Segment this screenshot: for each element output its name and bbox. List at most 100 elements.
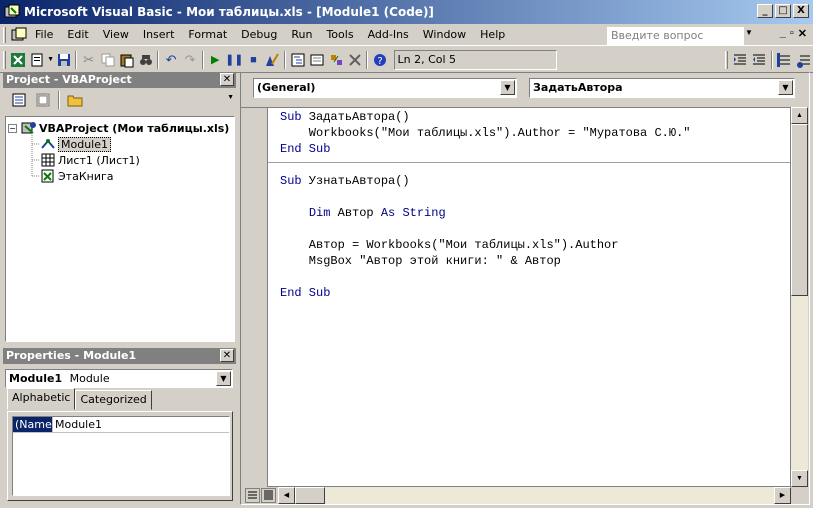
- undo-icon[interactable]: ↶: [161, 49, 180, 71]
- size-grip[interactable]: [791, 487, 808, 504]
- cut-icon[interactable]: ✂: [79, 49, 98, 71]
- vba-app-icon[interactable]: [4, 4, 20, 20]
- maximize-button[interactable]: □: [775, 4, 791, 18]
- code-combos: (General) ▼ ЗадатьАвтора ▼: [241, 73, 809, 103]
- menu-view[interactable]: View: [96, 26, 136, 44]
- redo-icon[interactable]: ↷: [181, 49, 200, 71]
- toolbar-separator: [201, 50, 204, 69]
- scroll-up-icon[interactable]: ▲: [791, 107, 808, 124]
- break-icon[interactable]: ❚❚: [225, 49, 244, 71]
- copy-icon[interactable]: [98, 49, 117, 71]
- code-line[interactable]: Workbooks("Мои таблицы.xls").Author = "М…: [280, 125, 691, 141]
- object-browser-icon[interactable]: [326, 49, 345, 71]
- full-module-view-icon[interactable]: [261, 488, 276, 503]
- code-line[interactable]: Sub ЗадатьАвтора(): [280, 109, 690, 125]
- code-window: (General) ▼ ЗадатьАвтора ▼ Sub ЗадатьАвт…: [240, 72, 810, 505]
- object-combo[interactable]: (General) ▼: [253, 78, 517, 98]
- comment-block-icon[interactable]: [775, 49, 794, 71]
- insert-module-icon[interactable]: [28, 49, 47, 71]
- code-line[interactable]: MsgBox "Автор этой книги: " & Автор: [280, 253, 690, 269]
- paste-icon[interactable]: [117, 49, 136, 71]
- code-line[interactable]: [280, 189, 690, 205]
- menu-tools[interactable]: Tools: [319, 26, 360, 44]
- toolbar-separator: [284, 50, 287, 69]
- toggle-folders-icon[interactable]: [64, 89, 86, 111]
- toolbar-grip[interactable]: [3, 50, 6, 69]
- vba-menu-icon[interactable]: [10, 24, 28, 46]
- scroll-thumb[interactable]: [791, 124, 808, 296]
- view-excel-icon[interactable]: [9, 49, 28, 71]
- design-mode-icon[interactable]: [263, 49, 282, 71]
- menu-file[interactable]: File: [28, 26, 60, 44]
- horizontal-scrollbar[interactable]: ◀ ▶: [278, 487, 791, 504]
- object-selector-combo[interactable]: Module1 Module ▼: [5, 369, 233, 388]
- help-icon[interactable]: ?: [370, 49, 389, 71]
- menu-grip[interactable]: [3, 26, 6, 43]
- menu-edit[interactable]: Edit: [60, 26, 95, 44]
- run-icon[interactable]: ▶: [206, 49, 225, 71]
- project-explorer-panel: Project - VBAProject ✕ ▼ − VBAProject (М…: [3, 72, 236, 346]
- menu-run[interactable]: Run: [284, 26, 319, 44]
- menu-bar: File Edit View Insert Format Debug Run T…: [0, 24, 813, 46]
- tab-alphabetic[interactable]: Alphabetic: [7, 388, 76, 410]
- menu-help[interactable]: Help: [473, 26, 512, 44]
- mdi-restore-button[interactable]: ▫: [790, 27, 794, 40]
- save-icon[interactable]: [54, 49, 73, 71]
- tree-item-module1[interactable]: Module1: [40, 136, 111, 152]
- procedure-combo[interactable]: ЗадатьАвтора ▼: [529, 78, 795, 98]
- toolbar-separator: [770, 50, 773, 69]
- indent-icon[interactable]: [731, 49, 750, 71]
- property-row[interactable]: (Name) Module1: [13, 417, 229, 433]
- chevron-down-icon[interactable]: ▼: [500, 80, 515, 95]
- tree-item-thisworkbook[interactable]: ЭтаКнига: [40, 168, 114, 184]
- find-icon[interactable]: [136, 49, 155, 71]
- help-dropdown-icon[interactable]: ▼: [745, 28, 753, 37]
- code-line[interactable]: Dim Автор As String: [280, 205, 690, 221]
- menu-debug[interactable]: Debug: [234, 26, 284, 44]
- menu-insert[interactable]: Insert: [136, 26, 182, 44]
- chevron-down-icon[interactable]: ▼: [778, 80, 793, 95]
- scroll-left-icon[interactable]: ◀: [278, 487, 295, 504]
- reset-icon[interactable]: ■: [244, 49, 263, 71]
- properties-window-icon[interactable]: [307, 49, 326, 71]
- procedure-view-icon[interactable]: [245, 488, 260, 503]
- menu-add-ins[interactable]: Add-Ins: [361, 26, 416, 44]
- panel-toolbar-overflow-icon[interactable]: ▼: [227, 94, 234, 101]
- close-button[interactable]: X: [793, 4, 809, 18]
- code-margin[interactable]: [241, 107, 267, 487]
- property-value[interactable]: Module1: [53, 417, 102, 432]
- scroll-down-icon[interactable]: ▼: [791, 470, 808, 487]
- properties-panel-close-button[interactable]: ✕: [220, 349, 234, 362]
- mdi-close-button[interactable]: ✕: [798, 27, 807, 40]
- toolbox-icon[interactable]: [345, 49, 364, 71]
- code-line[interactable]: Автор = Workbooks("Мои таблицы.xls").Aut…: [280, 237, 690, 253]
- minimize-button[interactable]: _: [757, 4, 773, 18]
- view-code-icon[interactable]: [8, 89, 30, 111]
- vertical-scrollbar[interactable]: ▲ ▼: [791, 107, 808, 487]
- edit-toolbar-grip[interactable]: [724, 50, 728, 69]
- code-line[interactable]: End Sub: [280, 141, 690, 157]
- code-line[interactable]: [280, 269, 690, 285]
- view-object-icon[interactable]: [32, 89, 54, 111]
- chevron-down-icon[interactable]: ▼: [216, 371, 231, 386]
- project-explorer-icon[interactable]: [288, 49, 307, 71]
- help-search-input[interactable]: Введите вопрос: [607, 27, 744, 45]
- menu-format[interactable]: Format: [181, 26, 234, 44]
- toolbar-separator: [366, 50, 369, 69]
- insert-dropdown-icon[interactable]: ▼: [47, 56, 54, 63]
- code-line[interactable]: End Sub: [280, 285, 690, 301]
- mdi-minimize-button[interactable]: _: [780, 27, 786, 40]
- project-panel-close-button[interactable]: ✕: [220, 73, 234, 86]
- tree-item-sheet1[interactable]: Лист1 (Лист1): [40, 152, 140, 168]
- outdent-icon[interactable]: [750, 49, 769, 71]
- tab-categorized[interactable]: Categorized: [75, 390, 152, 410]
- code-editor[interactable]: Sub ЗадатьАвтора() Workbooks("Мои таблиц…: [267, 107, 791, 487]
- uncomment-block-icon[interactable]: [794, 49, 813, 71]
- hscroll-thumb[interactable]: [295, 487, 325, 504]
- properties-tabs: Alphabetic Categorized: [7, 388, 152, 410]
- scroll-right-icon[interactable]: ▶: [774, 487, 791, 504]
- code-line[interactable]: Sub УзнатьАвтора(): [280, 173, 690, 189]
- code-line[interactable]: [280, 221, 690, 237]
- menu-window[interactable]: Window: [416, 26, 473, 44]
- code-line[interactable]: [280, 157, 690, 173]
